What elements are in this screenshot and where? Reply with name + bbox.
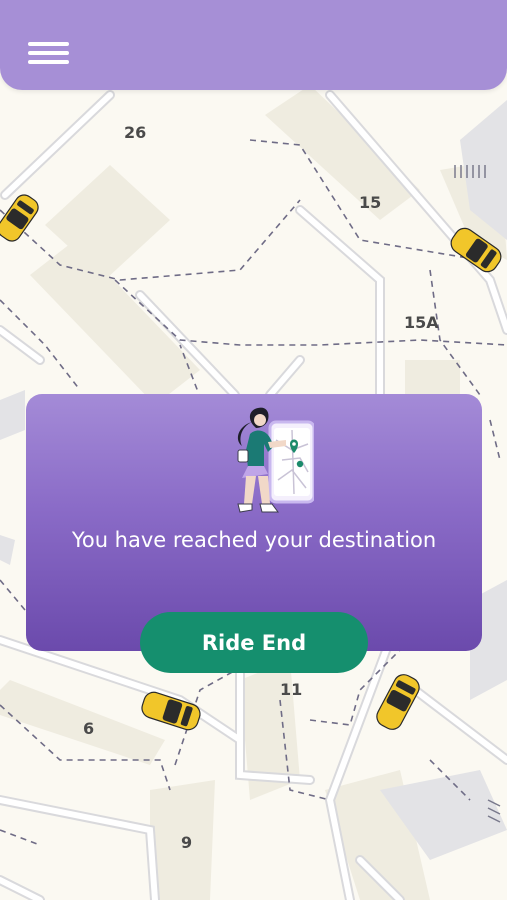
- woman-with-map-phone-illustration: [237, 407, 314, 513]
- block-label-15: 15: [359, 193, 381, 212]
- top-app-bar: [0, 0, 507, 90]
- menu-line: [28, 42, 69, 46]
- ride-end-button[interactable]: Ride End: [140, 612, 368, 673]
- hamburger-menu-icon[interactable]: [28, 40, 72, 68]
- block-label-15a: 15A: [404, 313, 439, 332]
- block-label-9: 9: [181, 833, 192, 852]
- menu-line: [28, 60, 69, 64]
- taxi-icon[interactable]: [373, 671, 422, 733]
- block-label-11: 11: [280, 680, 302, 699]
- block-label-26: 26: [124, 123, 146, 142]
- block-label-6: 6: [83, 719, 94, 738]
- menu-line: [28, 51, 69, 55]
- destination-message: You have reached your destination: [71, 528, 437, 552]
